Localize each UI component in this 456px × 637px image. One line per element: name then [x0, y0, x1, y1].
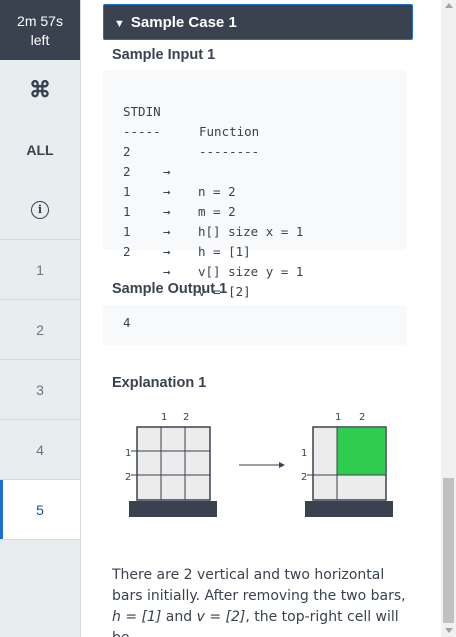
arrow-icon: → [163, 264, 171, 279]
sample-input-title: Sample Input 1 [112, 47, 216, 63]
explanation-title: Explanation 1 [112, 375, 207, 391]
io-row: 2 → m = 2 [103, 142, 236, 219]
function-text: h[] size x = 1 [198, 224, 304, 239]
function-header: Function [199, 124, 260, 139]
sample-output-box: 4 [103, 305, 407, 345]
command-button[interactable]: ⌘ [0, 60, 80, 120]
timer-suffix: left [30, 32, 50, 48]
explanation-diagram: 1 2 1 2 1 2 1 2 [125, 412, 393, 517]
io-row: 2 → n = 2 [103, 122, 236, 199]
explanation-part: and [161, 609, 197, 625]
sample-output-title: Sample Output 1 [112, 281, 228, 297]
arrow-icon: → [163, 244, 171, 259]
sample-input-box: STDIN Function ----- -------- 2 → n = 2 … [103, 70, 407, 299]
stdin-value: 2 [123, 244, 131, 259]
col-label: 2 [183, 412, 189, 423]
output-value: 4 [123, 315, 131, 330]
timer-remaining: 2m 57s [17, 13, 63, 29]
io-row: 2 → v = [2] [103, 222, 251, 299]
question-item-2[interactable]: 2 [0, 300, 80, 360]
explanation-text: There are 2 vertical and two horizontal … [112, 565, 412, 637]
question-sidebar: 2m 57s left ⌘ ALL i 1 2 3 4 5 [0, 0, 81, 637]
grid-left [136, 426, 211, 501]
sample-case-toggle[interactable]: ▼ Sample Case 1 [103, 4, 413, 40]
row-label: 2 [125, 472, 131, 483]
col-label: 2 [359, 412, 365, 423]
arrow-head [279, 462, 285, 468]
arrow-icon: → [163, 224, 171, 239]
arrow-icon: → [163, 204, 171, 219]
explanation-h: h = [1] [112, 609, 162, 625]
merged-cell [336, 426, 387, 476]
function-text: m = 2 [198, 204, 236, 219]
question-item-3[interactable]: 3 [0, 360, 80, 420]
row-label: 2 [301, 472, 307, 483]
grid-base [129, 501, 217, 517]
io-row: 1 → v[] size y = 1 [103, 202, 303, 279]
question-item-5[interactable]: 5 [0, 480, 80, 540]
scrollbar[interactable] [441, 0, 456, 637]
info-button[interactable]: i [0, 180, 80, 240]
arrow-icon: → [163, 184, 171, 199]
question-item-4[interactable]: 4 [0, 420, 80, 480]
command-icon: ⌘ [29, 77, 51, 102]
io-row: 1 → h[] size x = 1 [103, 162, 303, 239]
arrow-icon: → [163, 164, 171, 179]
scroll-up-icon[interactable] [445, 3, 453, 8]
explanation-v: v = [2] [196, 609, 246, 625]
function-text: n = 2 [198, 184, 236, 199]
info-icon: i [31, 200, 49, 219]
col-label: 1 [335, 412, 341, 423]
function-rule: -------- [199, 144, 260, 159]
grid-base [305, 501, 393, 517]
explanation-part: There are 2 vertical and two horizontal … [112, 567, 406, 604]
col-label: 1 [161, 412, 167, 423]
function-text: v[] size y = 1 [198, 264, 304, 279]
sample-case-title: Sample Case 1 [130, 14, 237, 31]
scrollbar-thumb[interactable] [443, 478, 454, 623]
problem-content: ▼ Sample Case 1 Sample Input 1 STDIN Func… [81, 0, 441, 637]
io-row: 1 → h = [1] [103, 182, 251, 259]
caret-down-icon: ▼ [114, 18, 125, 30]
row-label: 1 [125, 448, 131, 459]
timer: 2m 57s left [0, 0, 80, 60]
function-text: h = [1] [198, 244, 251, 259]
scroll-down-icon[interactable] [445, 628, 453, 633]
row-label: 1 [301, 448, 307, 459]
all-questions-button[interactable]: ALL [0, 120, 80, 180]
question-item-1[interactable]: 1 [0, 240, 80, 300]
